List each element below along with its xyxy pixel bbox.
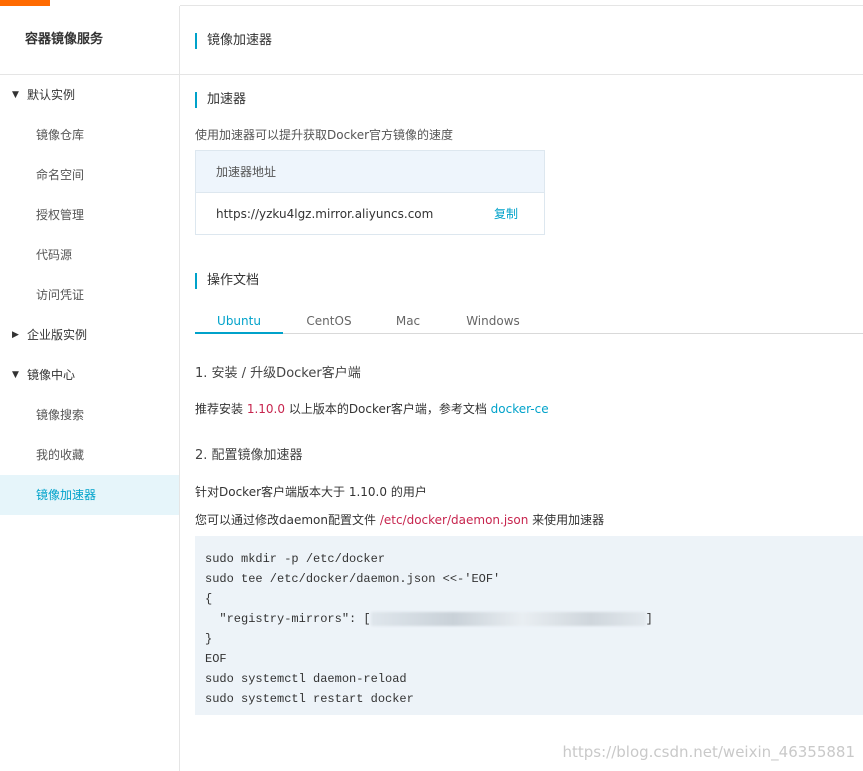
sidebar-group-label: 镜像中心 bbox=[27, 368, 76, 382]
sidebar-item-image-search[interactable]: 镜像搜索 bbox=[0, 395, 179, 435]
sidebar: 容器镜像服务 ▼ 默认实例 镜像仓库 命名空间 授权管理 代码源 访问凭证 ▶ … bbox=[0, 6, 180, 771]
accelerator-address-row: https://yzku4lgz.mirror.aliyuncs.com 复制 bbox=[196, 193, 544, 235]
accelerator-address-panel: 加速器地址 https://yzku4lgz.mirror.aliyuncs.c… bbox=[195, 150, 545, 235]
copy-button[interactable]: 复制 bbox=[494, 193, 518, 235]
sidebar-item-namespaces[interactable]: 命名空间 bbox=[0, 155, 179, 195]
code-line: } bbox=[205, 632, 213, 646]
sidebar-group-label: 企业版实例 bbox=[27, 328, 88, 342]
code-line: EOF bbox=[205, 652, 227, 666]
page-title: 镜像加速器 bbox=[195, 33, 272, 49]
redacted-mirror-url bbox=[370, 611, 646, 626]
page-header: 镜像加速器 bbox=[180, 6, 863, 75]
step-2-text-before: 您可以通过修改daemon配置文件 bbox=[195, 513, 380, 527]
sidebar-item-favorites[interactable]: 我的收藏 bbox=[0, 435, 179, 475]
sidebar-group-enterprise-instance[interactable]: ▶ 企业版实例 bbox=[0, 315, 179, 355]
tab-ubuntu[interactable]: Ubuntu bbox=[195, 311, 283, 334]
code-block[interactable]: sudo mkdir -p /etc/docker sudo tee /etc/… bbox=[195, 536, 863, 715]
sidebar-item-authorization[interactable]: 授权管理 bbox=[0, 195, 179, 235]
step-2-line-2: 您可以通过修改daemon配置文件 /etc/docker/daemon.jso… bbox=[195, 511, 604, 528]
step-1-text: 推荐安装 1.10.0 以上版本的Docker客户端，参考文档 docker-c… bbox=[195, 400, 549, 417]
sidebar-item-access-credentials[interactable]: 访问凭证 bbox=[0, 275, 179, 315]
code-line: sudo mkdir -p /etc/docker bbox=[205, 552, 386, 566]
sidebar-group-image-center[interactable]: ▼ 镜像中心 bbox=[0, 355, 179, 395]
docs-section-title: 操作文档 bbox=[195, 273, 259, 289]
code-line-registry-mirrors: "registry-mirrors": [] bbox=[205, 609, 853, 629]
sidebar-item-code-source[interactable]: 代码源 bbox=[0, 235, 179, 275]
caret-right-icon: ▶ bbox=[12, 330, 19, 340]
sidebar-group-label: 默认实例 bbox=[27, 88, 76, 102]
main-content: 镜像加速器 加速器 使用加速器可以提升获取Docker官方镜像的速度 加速器地址… bbox=[180, 6, 863, 771]
sidebar-item-repositories[interactable]: 镜像仓库 bbox=[0, 115, 179, 155]
tab-mac[interactable]: Mac bbox=[388, 311, 428, 334]
step-2-title: 2. 配置镜像加速器 bbox=[195, 448, 303, 463]
sidebar-nav: ▼ 默认实例 镜像仓库 命名空间 授权管理 代码源 访问凭证 ▶ 企业版实例 ▼… bbox=[0, 75, 179, 515]
code-line: { bbox=[205, 592, 213, 606]
accelerator-description: 使用加速器可以提升获取Docker官方镜像的速度 bbox=[195, 128, 454, 142]
step-2-text-after: 来使用加速器 bbox=[528, 513, 605, 527]
step-2-line-1: 针对Docker客户端版本大于 1.10.0 的用户 bbox=[195, 485, 427, 499]
step-1-text-before: 推荐安装 bbox=[195, 402, 247, 416]
accelerator-section-title: 加速器 bbox=[195, 92, 246, 108]
code-line: sudo systemctl daemon-reload bbox=[205, 672, 407, 686]
daemon-config-path: /etc/docker/daemon.json bbox=[379, 513, 529, 527]
accelerator-address-value: https://yzku4lgz.mirror.aliyuncs.com bbox=[216, 207, 434, 221]
code-line: sudo systemctl restart docker bbox=[205, 692, 414, 706]
watermark: https://blog.csdn.net/weixin_46355881 bbox=[562, 743, 855, 761]
tab-centos[interactable]: CentOS bbox=[295, 311, 363, 334]
accelerator-address-header: 加速器地址 bbox=[196, 151, 544, 193]
code-line-suffix: ] bbox=[645, 612, 653, 626]
step-1-text-middle: 以上版本的Docker客户端，参考文档 bbox=[285, 402, 491, 416]
caret-down-icon: ▼ bbox=[12, 90, 19, 100]
sidebar-item-image-accelerator[interactable]: 镜像加速器 bbox=[0, 475, 179, 515]
docker-ce-link[interactable]: docker-ce bbox=[491, 402, 549, 416]
sidebar-group-default-instance[interactable]: ▼ 默认实例 bbox=[0, 75, 179, 115]
code-line-prefix: "registry-mirrors": [ bbox=[205, 612, 371, 626]
code-line: sudo tee /etc/docker/daemon.json <<-'EOF… bbox=[205, 572, 501, 586]
os-tabs: Ubuntu CentOS Mac Windows bbox=[195, 311, 863, 334]
version-highlight: 1.10.0 bbox=[246, 402, 285, 416]
step-1-title: 1. 安装 / 升级Docker客户端 bbox=[195, 366, 361, 381]
tab-windows[interactable]: Windows bbox=[458, 311, 528, 334]
sidebar-title: 容器镜像服务 bbox=[0, 6, 179, 75]
caret-down-icon: ▼ bbox=[12, 370, 19, 380]
